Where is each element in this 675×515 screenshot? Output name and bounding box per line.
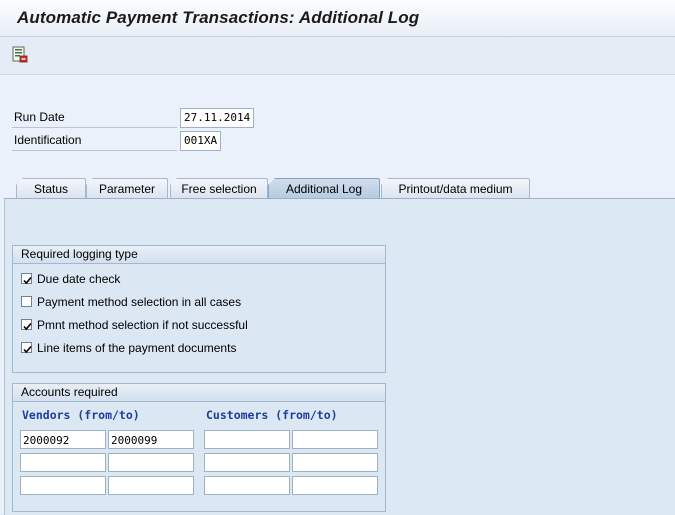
tab-strip: Status Parameter Free selection Addition… bbox=[0, 178, 675, 200]
due-date-checkbox[interactable] bbox=[21, 273, 32, 285]
customer-from-field[interactable] bbox=[204, 476, 290, 495]
line-items-checkbox[interactable] bbox=[21, 342, 32, 354]
run-date-field[interactable]: 27.11.2014 bbox=[180, 108, 255, 128]
identification-label: Identification bbox=[14, 133, 82, 147]
tab-additional-log[interactable]: Additional Log bbox=[268, 178, 380, 198]
vendor-from-field[interactable] bbox=[20, 476, 106, 495]
customer-to-field[interactable] bbox=[292, 476, 378, 495]
checkmark-icon bbox=[23, 345, 32, 354]
vendor-from-field[interactable] bbox=[20, 453, 106, 472]
tab-status[interactable]: Status bbox=[16, 178, 86, 198]
vendors-column-header: Vendors (from/to) bbox=[22, 408, 140, 422]
logging-type-group: Required logging type Due date check Pay… bbox=[12, 245, 386, 373]
title-bar: Automatic Payment Transactions: Addition… bbox=[0, 0, 675, 37]
window-title: Automatic Payment Transactions: Addition… bbox=[17, 8, 420, 27]
payment-method-unsuccessful-label: Pmnt method selection if not successful bbox=[37, 318, 248, 332]
vendor-to-field[interactable]: 2000099 bbox=[108, 430, 194, 449]
vendor-to-field[interactable] bbox=[108, 453, 194, 472]
customer-to-field[interactable] bbox=[292, 430, 378, 449]
tab-printout-data-medium[interactable]: Printout/data medium bbox=[381, 178, 530, 198]
payment-method-all-checkbox[interactable] bbox=[21, 296, 32, 307]
run-date-underline bbox=[12, 127, 177, 128]
log-document-button[interactable] bbox=[10, 45, 30, 65]
vendor-to-field[interactable] bbox=[108, 476, 194, 495]
customer-to-field[interactable] bbox=[292, 453, 378, 472]
application-toolbar bbox=[0, 37, 675, 75]
vendor-from-field[interactable]: 2000092 bbox=[20, 430, 106, 449]
customer-from-field[interactable] bbox=[204, 453, 290, 472]
payment-method-unsuccessful-checkbox[interactable] bbox=[21, 319, 32, 331]
accounts-required-title: Accounts required bbox=[13, 384, 385, 402]
logging-type-title: Required logging type bbox=[13, 246, 385, 264]
run-date-label: Run Date bbox=[14, 110, 65, 124]
checkmark-icon bbox=[23, 276, 32, 285]
payment-method-all-label: Payment method selection in all cases bbox=[37, 295, 242, 309]
due-date-check-label: Due date check bbox=[37, 272, 121, 286]
customers-column-header: Customers (from/to) bbox=[206, 408, 338, 422]
line-items-label: Line items of the payment documents bbox=[37, 341, 237, 355]
tab-free-selection[interactable]: Free selection bbox=[170, 178, 268, 198]
identification-field[interactable]: 001XA bbox=[180, 131, 222, 151]
checkmark-icon bbox=[23, 322, 32, 331]
customer-from-field[interactable] bbox=[204, 430, 290, 449]
tab-parameter[interactable]: Parameter bbox=[86, 178, 168, 198]
log-document-icon bbox=[12, 46, 28, 63]
accounts-required-group: Accounts required Vendors (from/to) Cust… bbox=[12, 383, 386, 512]
identification-underline bbox=[12, 150, 177, 151]
